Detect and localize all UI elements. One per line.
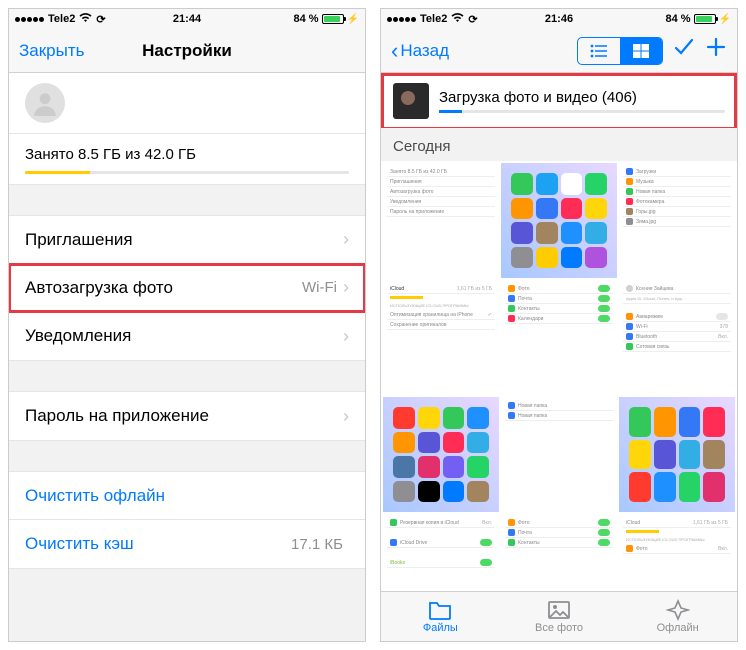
upload-progress-banner[interactable]: Загрузка фото и видео (406) (383, 75, 735, 128)
storage-bar (25, 171, 349, 174)
wifi-icon (79, 13, 92, 26)
photo-icon (547, 599, 571, 621)
signal-dots-icon (15, 17, 44, 22)
upload-progress-bar (439, 110, 725, 113)
avatar-icon (25, 83, 65, 123)
list-view-button[interactable] (578, 38, 620, 64)
row-label: Очистить кэш (25, 534, 291, 554)
chevron-right-icon: › (343, 277, 349, 298)
photo-grid: Занято 8.5 ГБ из 42.0 ГБ Приглашения Авт… (381, 161, 737, 591)
loading-icon: ⟳ (96, 13, 105, 26)
tab-label: Офлайн (657, 622, 699, 634)
settings-group-3: Очистить офлайн Очистить кэш 17.1 КБ (9, 471, 365, 569)
tab-all-photos[interactable]: Все фото (500, 592, 619, 641)
status-bar: Tele2 ⟳ 21:44 84 % ⚡ (9, 9, 365, 29)
settings-group-1: Приглашения › Автозагрузка фото Wi-Fi › … (9, 215, 365, 361)
battery-percent: 84 % (665, 13, 690, 25)
storage-row[interactable]: Занято 8.5 ГБ из 42.0 ГБ (9, 134, 365, 185)
row-detail: Wi-Fi (302, 279, 337, 296)
close-button[interactable]: Закрыть (19, 41, 84, 61)
profile-name (77, 96, 349, 110)
charging-icon: ⚡ (719, 14, 731, 25)
status-left: Tele2 ⟳ (15, 13, 106, 26)
chevron-right-icon: › (343, 406, 349, 427)
nav-bar: ‹ Назад (381, 29, 737, 73)
settings-content: Занято 8.5 ГБ из 42.0 ГБ Приглашения › А… (9, 73, 365, 641)
screenshot-thumb[interactable] (619, 397, 735, 512)
battery-percent: 84 % (293, 13, 318, 25)
status-right: 84 % ⚡ (293, 13, 359, 25)
row-label: Очистить офлайн (25, 486, 349, 506)
airplane-icon (666, 599, 690, 621)
row-detail: 17.1 КБ (291, 536, 343, 553)
row-app-password[interactable]: Пароль на приложение › (9, 392, 365, 440)
status-right: 84 % ⚡ (665, 13, 731, 25)
phone-files: Tele2 ⟳ 21:46 84 % ⚡ ‹ Назад (380, 8, 738, 642)
back-button[interactable]: ‹ Назад (391, 40, 449, 62)
storage-text: Занято 8.5 ГБ из 42.0 ГБ (25, 146, 349, 163)
profile-row[interactable] (9, 73, 365, 134)
folder-icon (428, 599, 452, 621)
screenshot-thumb[interactable]: iCloud1,61 ГБ из 5 ГБ ИСПОЛЬЗУЮЩИЕ ICLOU… (619, 514, 735, 591)
view-mode-segmented (577, 37, 663, 65)
carrier-label: Tele2 (48, 13, 75, 25)
row-label: Уведомления (25, 326, 343, 346)
screenshot-thumb[interactable]: Занято 8.5 ГБ из 42.0 ГБ Приглашения Авт… (383, 163, 499, 278)
back-label: Назад (400, 41, 449, 61)
page-title: Настройки (142, 41, 232, 61)
row-label: Приглашения (25, 230, 343, 250)
charging-icon: ⚡ (347, 14, 359, 25)
row-autoupload-photo[interactable]: Автозагрузка фото Wi-Fi › (9, 264, 365, 312)
chevron-left-icon: ‹ (391, 40, 398, 62)
nav-bar: Закрыть Настройки (9, 29, 365, 73)
screenshot-thumb[interactable]: Новая папка Новая папка (501, 397, 617, 512)
chevron-right-icon: › (343, 229, 349, 250)
upload-title: Загрузка фото и видео (406) (439, 89, 725, 106)
screenshot-thumb[interactable] (383, 397, 499, 512)
screenshot-thumb[interactable]: iCloud 1,61 ГБ из 5 ГБ ИСПОЛЬЗУЮЩИЕ ICLO… (383, 280, 499, 395)
screenshot-thumb[interactable]: Фото Почта Контакты Календари (501, 280, 617, 395)
row-clear-offline[interactable]: Очистить офлайн (9, 472, 365, 520)
select-button[interactable] (673, 36, 695, 65)
chevron-right-icon: › (343, 326, 349, 347)
screenshot-thumb[interactable]: Ксения Зайцева Apple ID, iCloud, iTunes-… (619, 280, 735, 395)
status-bar: Tele2 ⟳ 21:46 84 % ⚡ (381, 9, 737, 29)
row-invitations[interactable]: Приглашения › (9, 216, 365, 264)
status-left: Tele2 ⟳ (387, 13, 478, 26)
screenshot-thumb[interactable] (501, 163, 617, 278)
clock: 21:46 (545, 13, 573, 25)
screenshot-thumb[interactable]: Загрузки Музыка Новая папка Фотокамера Г… (619, 163, 735, 278)
tab-files[interactable]: Файлы (381, 592, 500, 641)
clock: 21:44 (173, 13, 201, 25)
loading-icon: ⟳ (468, 13, 477, 26)
wifi-icon (451, 13, 464, 26)
phone-settings: Tele2 ⟳ 21:44 84 % ⚡ Закрыть Настройки З… (8, 8, 366, 642)
row-notifications[interactable]: Уведомления › (9, 312, 365, 360)
screenshot-thumb[interactable]: Фото Почта Контакты (501, 514, 617, 591)
battery-icon (694, 14, 716, 24)
settings-group-2: Пароль на приложение › (9, 391, 365, 441)
row-label: Автозагрузка фото (25, 278, 302, 298)
signal-dots-icon (387, 17, 416, 22)
row-label: Пароль на приложение (25, 406, 343, 426)
tab-bar: Файлы Все фото Офлайн (381, 591, 737, 641)
battery-icon (322, 14, 344, 24)
grid-view-button[interactable] (620, 38, 662, 64)
screenshot-thumb[interactable]: Резервная копия в iCloudВкл. iCloud Driv… (383, 514, 499, 591)
files-content: Загрузка фото и видео (406) Сегодня Заня… (381, 73, 737, 591)
tab-label: Все фото (535, 622, 583, 634)
upload-thumbnail (393, 83, 429, 119)
add-button[interactable] (705, 36, 727, 65)
carrier-label: Tele2 (420, 13, 447, 25)
section-header-today: Сегодня (381, 128, 737, 161)
row-clear-cache[interactable]: Очистить кэш 17.1 КБ (9, 520, 365, 568)
tab-label: Файлы (423, 622, 458, 634)
tab-offline[interactable]: Офлайн (618, 592, 737, 641)
